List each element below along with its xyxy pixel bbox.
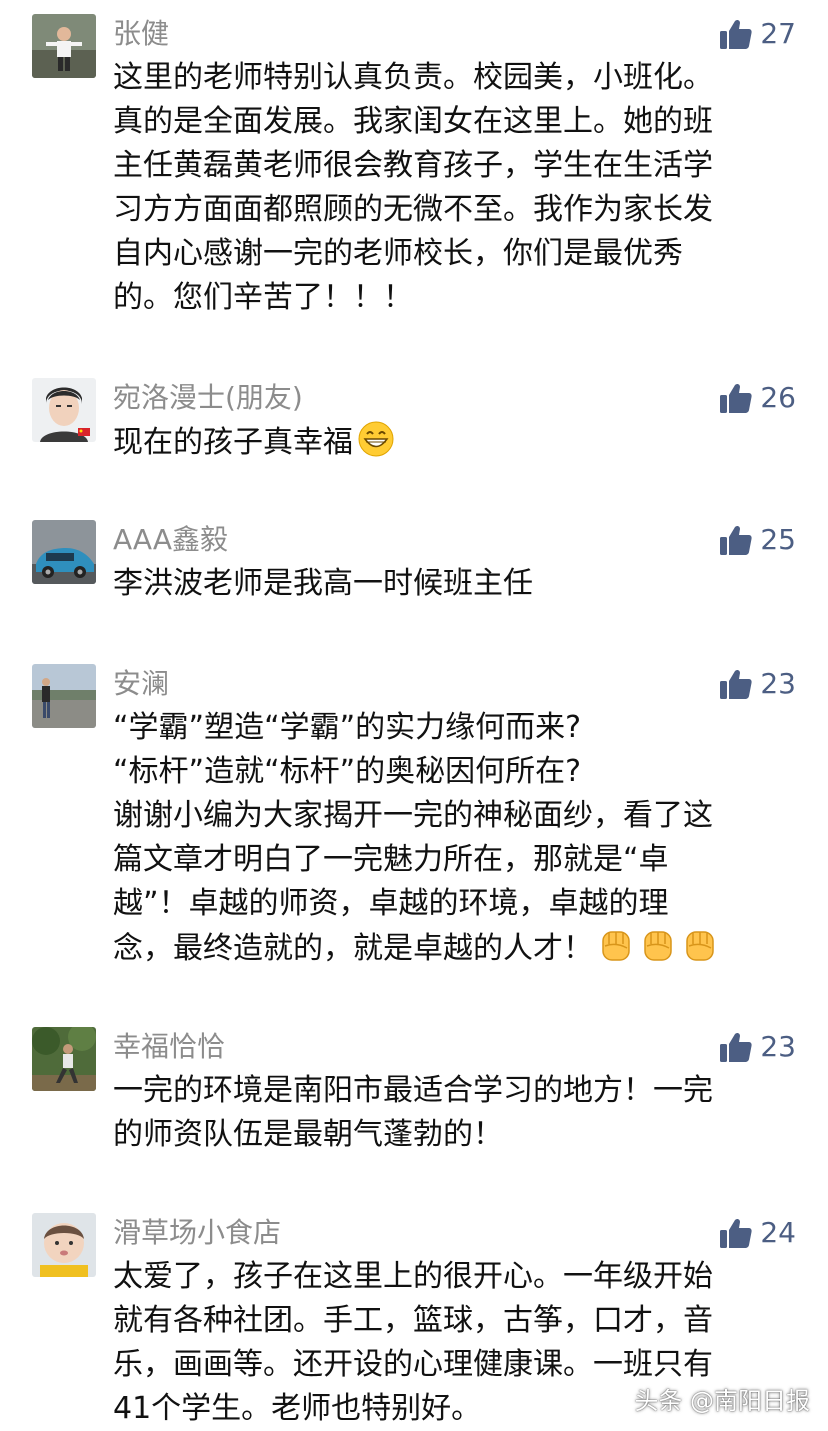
- comment-line: 主任黄磊黄老师很会教育孩子，学生在生活学: [113, 148, 713, 183]
- avatar[interactable]: [32, 1027, 96, 1091]
- avatar[interactable]: [32, 520, 96, 584]
- like-button[interactable]: 26: [720, 378, 796, 418]
- comment-line: 真的是全面发展。我家闺女在这里上。她的班: [113, 104, 713, 139]
- avatar[interactable]: [32, 1213, 96, 1277]
- thumbs-up-icon: [720, 19, 752, 49]
- fist-emoji-icon: [644, 931, 672, 961]
- comment-line: 现在的孩子真幸福: [113, 420, 793, 464]
- watermark: 头条 @南阳日报: [634, 1381, 810, 1416]
- commenter-name[interactable]: 宛洛漫士(朋友): [113, 378, 303, 418]
- commenter-name[interactable]: 张健: [113, 14, 169, 54]
- like-count: 27: [760, 17, 796, 50]
- comment-line: 李洪波老师是我高一时候班主任: [113, 566, 533, 601]
- comment-text: 一完的环境是南阳市最适合学习的地方！一完 的师资队伍是最朝气蓬勃的！: [113, 1069, 793, 1157]
- fist-emoji-icon: [686, 931, 714, 961]
- comment-line: 习方方面面都照顾的无微不至。我作为家长发: [113, 192, 713, 227]
- commenter-name[interactable]: 幸福恰恰: [113, 1027, 225, 1067]
- avatar[interactable]: [32, 664, 96, 728]
- comment-line-text: 现在的孩子真幸福: [113, 425, 353, 460]
- watermark-text: 头条 @南阳日报: [634, 1387, 810, 1415]
- comment-line: 的师资队伍是最朝气蓬勃的！: [113, 1117, 503, 1152]
- like-button[interactable]: 23: [720, 664, 796, 704]
- commenter-name[interactable]: 滑草场小食店: [113, 1213, 281, 1253]
- thumbs-up-icon: [720, 1032, 752, 1062]
- comment-line: 篇文章才明白了一完魅力所在，那就是“卓: [113, 842, 669, 877]
- fist-emoji-icon: [602, 931, 630, 961]
- comment-line: “学霸”塑造“学霸”的实力缘何而来?: [113, 710, 582, 745]
- comment-line: “标杆”造就“标杆”的奥秘因何所在?: [113, 754, 582, 789]
- thumbs-up-icon: [720, 1218, 752, 1248]
- comment-line: 谢谢小编为大家揭开一完的神秘面纱，看了这: [113, 798, 713, 833]
- comment-text: 李洪波老师是我高一时候班主任: [113, 562, 793, 606]
- comment-text: 这里的老师特别认真负责。校园美，小班化。 真的是全面发展。我家闺女在这里上。她的…: [113, 56, 793, 320]
- comment-line: 这里的老师特别认真负责。校园美，小班化。: [113, 60, 713, 95]
- comment-line: 自内心感谢一完的老师校长，你们是最优秀: [113, 236, 683, 271]
- avatar[interactable]: [32, 14, 96, 78]
- commenter-name[interactable]: 安澜: [113, 664, 169, 704]
- grin-emoji-icon: [358, 421, 394, 457]
- comment-line: 念，最终造就的，就是卓越的人才！: [113, 926, 793, 970]
- comment-line: 就有各种社团。手工，篮球，古筝，口才，音: [113, 1303, 713, 1338]
- comment-line: 太爱了，孩子在这里上的很开心。一年级开始: [113, 1259, 713, 1294]
- like-button[interactable]: 27: [720, 14, 796, 54]
- comment-line: 越”！卓越的师资，卓越的环境，卓越的理: [113, 886, 669, 921]
- thumbs-up-icon: [720, 383, 752, 413]
- like-button[interactable]: 25: [720, 520, 796, 560]
- comment-line: 的。您们辛苦了！！！: [113, 280, 413, 315]
- comment-line: 一完的环境是南阳市最适合学习的地方！一完: [113, 1073, 713, 1108]
- thumbs-up-icon: [720, 669, 752, 699]
- avatar[interactable]: [32, 378, 96, 442]
- like-count: 23: [760, 667, 796, 700]
- like-button[interactable]: 23: [720, 1027, 796, 1067]
- like-button[interactable]: 24: [720, 1213, 796, 1253]
- comment-line-text: 念，最终造就的，就是卓越的人才！: [113, 931, 593, 966]
- comment-text: 现在的孩子真幸福: [113, 420, 793, 464]
- comment-text: “学霸”塑造“学霸”的实力缘何而来? “标杆”造就“标杆”的奥秘因何所在? 谢谢…: [113, 706, 793, 970]
- like-count: 24: [760, 1216, 796, 1249]
- thumbs-up-icon: [720, 525, 752, 555]
- commenter-name[interactable]: AAA鑫毅: [113, 520, 228, 560]
- like-count: 23: [760, 1030, 796, 1063]
- like-count: 26: [760, 381, 796, 414]
- like-count: 25: [760, 523, 796, 556]
